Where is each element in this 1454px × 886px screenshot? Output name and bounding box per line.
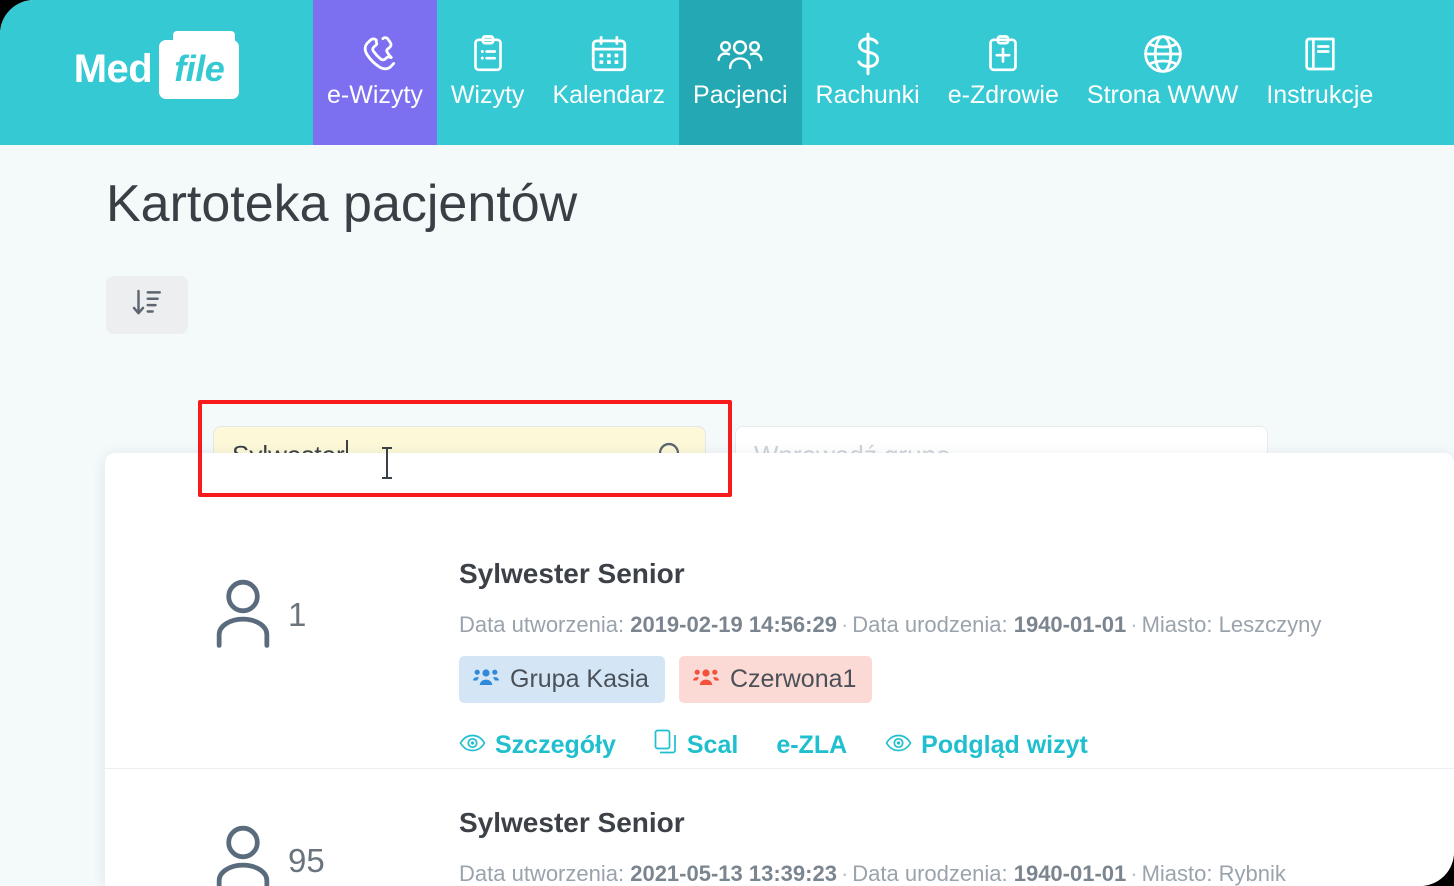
calendar-icon	[586, 31, 632, 77]
copy-icon	[654, 729, 678, 762]
main-navigation-bar: Med file e-Wizyty Wizyty Kalendarz Pacje…	[0, 0, 1454, 145]
patient-list-card: 1 Sylwester Senior Data utworzenia: 2019…	[105, 453, 1454, 886]
created-label: Data utworzenia:	[459, 612, 625, 637]
nav-item-strona-www[interactable]: Strona WWW	[1073, 0, 1252, 145]
phone-icon	[352, 31, 398, 77]
action-e-zla[interactable]: e-ZLA	[776, 731, 847, 760]
meta-separator-2: ·	[1130, 612, 1138, 637]
people-group-small-icon	[692, 665, 719, 694]
patient-number: 95	[288, 841, 325, 879]
globe-icon	[1140, 31, 1186, 77]
created-label: Data utworzenia:	[459, 861, 625, 886]
brand-file-badge: file	[159, 31, 240, 99]
created-value: 2021-05-13 13:39:23	[630, 861, 837, 886]
page-title: Kartoteka pacjentów	[106, 175, 578, 233]
tag-label: Czerwona1	[729, 665, 857, 693]
person-icon	[212, 822, 274, 886]
patient-tags: Grupa Kasia Czerwona1	[459, 656, 1454, 703]
action-label: Scal	[686, 731, 739, 759]
meta-separator-1: ·	[840, 861, 849, 886]
action-label: e-ZLA	[776, 731, 848, 759]
tag-group-badge[interactable]: Grupa Kasia	[459, 656, 665, 703]
table-row[interactable]: 95 Sylwester Senior Data utworzenia: 202…	[105, 768, 1454, 886]
created-value: 2019-02-19 14:56:29	[630, 612, 837, 637]
nav-item-wizyty[interactable]: Wizyty	[437, 0, 539, 145]
patient-avatar-cell: 1	[105, 453, 459, 653]
page-content: Kartoteka pacjentów Sylwester	[0, 145, 1454, 886]
sort-button[interactable]	[106, 276, 188, 334]
book-icon	[1297, 31, 1343, 77]
nav-item-kalendarz[interactable]: Kalendarz	[538, 0, 679, 145]
table-row[interactable]: 1 Sylwester Senior Data utworzenia: 2019…	[105, 453, 1454, 768]
nav-label-pacjenci: Pacjenci	[693, 81, 788, 109]
action-label: Szczegóły	[495, 731, 616, 759]
people-group-small-icon	[473, 665, 499, 694]
birth-value: 1940-01-01	[1013, 861, 1127, 886]
action-podglad-wizyt[interactable]: Podgląd wizyt	[885, 731, 1088, 760]
brand-logo-text: Med file	[73, 31, 240, 99]
nav-label-kalendarz: Kalendarz	[552, 81, 666, 109]
patient-number: 1	[288, 595, 307, 633]
birth-value: 1940-01-01	[1013, 612, 1127, 637]
nav-item-rachunki[interactable]: Rachunki	[802, 0, 934, 145]
city-label: Miasto:	[1141, 612, 1213, 637]
brand-word-med: Med	[73, 47, 153, 91]
action-label: Podgląd wizyt	[921, 731, 1088, 759]
row-divider	[105, 768, 1454, 769]
patient-meta: Data utworzenia: 2021-05-13 13:39:23 · Dat…	[459, 863, 1454, 885]
clipboard-list-icon	[465, 31, 511, 77]
patient-name: Sylwester Senior	[459, 558, 685, 589]
clipboard-plus-icon	[980, 31, 1026, 77]
sort-descending-icon	[130, 286, 164, 325]
patient-info-cell: Sylwester Senior Data utworzenia: 2019-0…	[459, 453, 1454, 762]
patient-meta: Data utworzenia: 2019-02-19 14:56:29 · Dat…	[459, 614, 1454, 636]
tag-group-badge[interactable]: Czerwona1	[678, 656, 873, 703]
meta-separator-1: ·	[840, 612, 849, 637]
meta-separator-2: ·	[1130, 861, 1138, 886]
eye-icon	[885, 731, 912, 760]
filters-row	[106, 276, 208, 334]
patient-info-cell: Sylwester Senior Data utworzenia: 2021-0…	[459, 768, 1454, 885]
nav-label-strona-www: Strona WWW	[1086, 81, 1239, 109]
people-group-icon	[717, 31, 763, 77]
action-szczegoly[interactable]: Szczegóły	[459, 731, 616, 760]
city-value: Leszczyny	[1218, 612, 1322, 637]
application-window: Med file e-Wizyty Wizyty Kalendarz Pacje…	[0, 0, 1454, 886]
nav-label-e-zdrowie: e-Zdrowie	[947, 81, 1059, 109]
eye-icon	[459, 731, 486, 760]
patient-actions: Szczegóły Scal e-ZLA Podgląd wizyt	[459, 729, 1454, 762]
nav-label-e-wizyty: e-Wizyty	[327, 81, 423, 109]
birth-label: Data urodzenia:	[852, 861, 1008, 886]
action-scal[interactable]: Scal	[654, 729, 738, 762]
nav-item-e-wizyty[interactable]: e-Wizyty	[313, 0, 437, 145]
nav-label-rachunki: Rachunki	[815, 81, 920, 109]
patient-name: Sylwester Senior	[459, 807, 685, 838]
nav-item-instrukcje[interactable]: Instrukcje	[1252, 0, 1387, 145]
tag-label: Grupa Kasia	[510, 665, 649, 693]
patient-avatar-cell: 95	[105, 768, 459, 886]
birth-label: Data urodzenia:	[852, 612, 1008, 637]
brand-logo[interactable]: Med file	[0, 0, 313, 145]
folder-tab-shape	[173, 31, 236, 44]
nav-item-e-zdrowie[interactable]: e-Zdrowie	[934, 0, 1073, 145]
nav-item-pacjenci[interactable]: Pacjenci	[679, 0, 802, 145]
dollar-icon	[845, 31, 891, 77]
nav-label-wizyty: Wizyty	[450, 81, 525, 109]
city-value: Rybnik	[1218, 861, 1286, 886]
brand-word-file: file	[174, 48, 225, 89]
person-icon	[212, 576, 274, 653]
nav-label-instrukcje: Instrukcje	[1266, 81, 1374, 109]
city-label: Miasto:	[1141, 861, 1213, 886]
